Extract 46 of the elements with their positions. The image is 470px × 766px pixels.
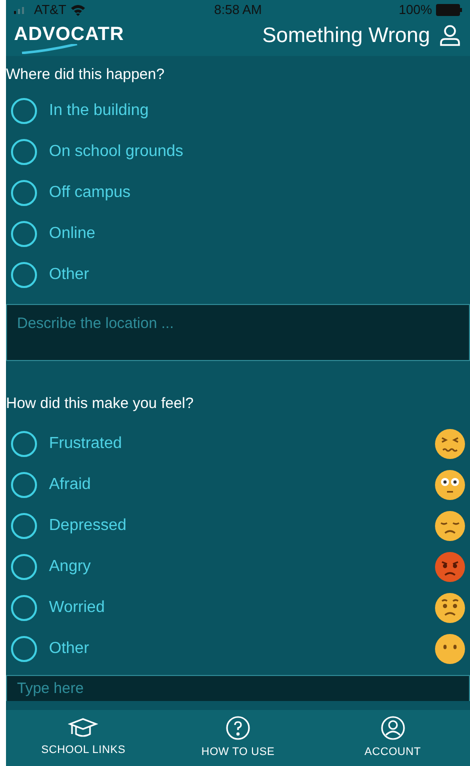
- user-icon: [380, 715, 406, 742]
- graduation-cap-icon: [68, 717, 98, 740]
- radio-button[interactable]: [11, 262, 37, 288]
- option-label[interactable]: Worried: [49, 596, 105, 620]
- radio-button[interactable]: [11, 139, 37, 165]
- option-label[interactable]: Online: [49, 222, 96, 246]
- user-icon[interactable]: [438, 23, 462, 48]
- help-icon: [225, 715, 251, 742]
- radio-button[interactable]: [11, 430, 37, 456]
- option-label[interactable]: Afraid: [49, 472, 91, 496]
- page-title: Something Wrong: [262, 22, 430, 48]
- tab-button[interactable]: HOW TO USE: [160, 710, 316, 766]
- option-label[interactable]: Angry: [49, 554, 91, 578]
- sad-face-icon: [434, 510, 466, 542]
- radio-button[interactable]: [11, 554, 37, 580]
- wifi-icon: [70, 4, 86, 16]
- carrier-text: AT&T: [34, 1, 66, 19]
- option-label[interactable]: Off campus: [49, 181, 131, 205]
- option-label[interactable]: In the building: [49, 99, 149, 123]
- frowning-face-icon: [434, 592, 466, 624]
- tab-button[interactable]: SCHOOL LINKS: [6, 710, 161, 766]
- squinting-face-icon: [434, 428, 466, 460]
- feeling-field[interactable]: Type here: [6, 675, 470, 701]
- radio-button[interactable]: [11, 472, 37, 498]
- logo: ADVOCATR: [14, 24, 124, 54]
- radio-button[interactable]: [11, 594, 37, 620]
- option-label[interactable]: Depressed: [49, 514, 126, 538]
- battery-icon: [436, 4, 462, 16]
- option-label[interactable]: Frustrated: [49, 432, 122, 456]
- radio-button[interactable]: [11, 180, 37, 206]
- tab-button[interactable]: ACCOUNT: [315, 710, 470, 766]
- option-label[interactable]: On school grounds: [49, 140, 184, 164]
- angry-face-icon: [434, 550, 466, 582]
- option-label[interactable]: Other: [49, 636, 90, 660]
- radio-button[interactable]: [11, 98, 37, 124]
- option-label[interactable]: Other: [49, 263, 90, 287]
- radio-button[interactable]: [11, 636, 37, 662]
- radio-button[interactable]: [11, 221, 37, 247]
- battery-text: 100%: [398, 1, 432, 19]
- location-field[interactable]: Describe the location ...: [6, 304, 470, 360]
- blank-face-icon: [434, 632, 466, 664]
- radio-button[interactable]: [11, 512, 37, 538]
- wide-eyed-face-icon: [434, 468, 466, 500]
- question-text: How did this make you feel?: [6, 394, 195, 414]
- clock-text: 8:58 AM: [213, 1, 263, 19]
- question-text: Where did this happen?: [6, 65, 166, 85]
